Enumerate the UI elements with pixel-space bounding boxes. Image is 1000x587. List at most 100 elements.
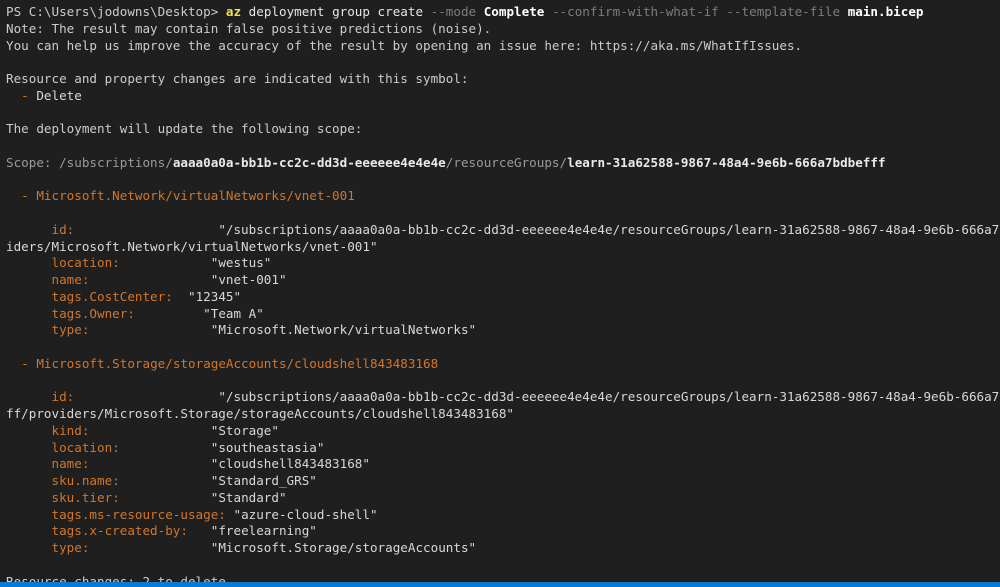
property-value: "Storage" [210,422,279,438]
flag-confirm-with-what-if: --confirm-with-what-if [551,4,719,19]
property-value: "Team A" [203,305,264,321]
property-pad [74,222,218,237]
property-value: "/subscriptions/aaaa0a0a-bb1b-cc2c-dd3d-… [218,389,1000,405]
delete-symbol-icon: - [6,355,37,371]
symbol-header-line: Resource and property changes are indica… [6,71,469,86]
value-template-file: main.bicep [847,4,924,19]
property-label: tags.x-created-by: [6,523,188,539]
property-value: "/subscriptions/aaaa0a0a-bb1b-cc2c-dd3d-… [218,221,1000,237]
property-row-tags-costcenter: tags.CostCenter: "12345" [0,289,1000,306]
property-label: tags.ms-resource-usage: [6,506,226,522]
property-pad [89,456,210,471]
property-value: "freelearning" [210,523,317,539]
property-label: name: [6,272,90,287]
property-row-tags-x-created-by: tags.x-created-by: "freelearning" [0,523,1000,540]
property-value: "cloudshell843483168" [210,456,370,472]
property-pad [135,306,203,321]
property-label: type: [6,540,90,555]
property-pad [120,255,211,270]
property-label: kind: [6,422,90,438]
property-label: id: [6,389,75,405]
property-value: "Standard" [210,489,287,505]
legend-delete-label: Delete [28,87,82,103]
property-label: id: [6,221,75,237]
property-label: name: [6,456,90,472]
property-row-kind: kind: "Storage" [0,423,1000,440]
property-row-type: type: "Microsoft.Network/virtualNetworks… [0,322,1000,339]
property-pad [74,389,218,404]
property-row-location: location: "westus" [0,255,1000,272]
property-label: location: [6,255,120,271]
property-pad [188,523,211,538]
property-value: "12345" [187,288,242,304]
flag-template-file: --template-file [718,4,848,19]
property-pad [89,423,210,438]
property-row-name: name: "cloudshell843483168" [0,456,1000,473]
property-label: sku.name: [6,473,120,488]
status-bar [0,582,1000,587]
property-pad [89,540,210,555]
property-row-tags-ms-resource-usage: tags.ms-resource-usage: "azure-cloud-she… [0,507,1000,524]
property-pad [173,289,188,304]
scope-line: Scope: /subscriptions/aaaa0a0a-bb1b-cc2c… [0,155,1000,172]
scope-resource-group: learn-31a62588-9867-48a4-9e6b-666a7bdbef… [567,154,886,170]
scope-header-line: The deployment will update the following… [6,121,363,137]
property-label: sku.tier: [6,489,120,505]
command-az: az [225,4,242,19]
property-pad [89,322,210,337]
delete-symbol-icon: - [6,188,37,204]
property-row-location: location: "southeastasia" [0,440,1000,457]
property-pad [120,440,211,455]
property-row-id: id: "/subscriptions/aaaa0a0a-bb1b-cc2c-d… [0,222,1000,239]
property-label: tags.CostCenter: [6,288,173,304]
property-row-id: id: "/subscriptions/aaaa0a0a-bb1b-cc2c-d… [0,389,1000,406]
property-row-name: name: "vnet-001" [0,272,1000,289]
property-row-sku-tier: sku.tier: "Standard" [0,490,1000,507]
property-row-type: type: "Microsoft.Storage/storageAccounts… [0,540,1000,557]
scope-middle: /resourceGroups/ [445,154,568,170]
legend-delete-line: - Delete [0,88,1000,105]
command-subcommand: deployment group create [241,4,431,19]
property-value: "southeastasia" [210,439,325,455]
property-value: "vnet-001" [210,272,287,287]
property-label: type: [6,322,90,338]
delete-symbol-icon: - [6,87,29,103]
scope-prefix: Scope: /subscriptions/ [6,154,173,170]
property-value: "westus" [210,255,272,271]
property-pad [89,272,210,287]
property-pad [120,490,211,505]
note-line-1: Note: The result may contain false posit… [6,20,492,36]
resource-path: Microsoft.Network/virtualNetworks/vnet-0… [36,188,355,204]
scope-subscription-id: aaaa0a0a-bb1b-cc2c-dd3d-eeeeee4e4e4e [172,154,446,170]
flag-mode: --mode [430,4,477,19]
resource-header-vnet: - Microsoft.Network/virtualNetworks/vnet… [0,188,1000,205]
property-pad [120,473,211,488]
property-row-sku-name: sku.name: "Standard_GRS" [0,473,1000,490]
property-label: tags.Owner: [6,305,135,321]
note-line-2: You can help us improve the accuracy of … [6,37,803,53]
property-value: "azure-cloud-shell" [233,506,378,522]
property-value: "Microsoft.Network/virtualNetworks" [210,322,477,338]
property-row-tags-owner: tags.Owner: "Team A" [0,306,1000,323]
resource-header-storage: - Microsoft.Storage/storageAccounts/clou… [0,356,1000,373]
value-mode: Complete [476,4,552,19]
property-value-wrap: iders/Microsoft.Network/virtualNetworks/… [6,238,378,254]
property-value: "Standard_GRS" [210,473,317,488]
resource-changes-summary: Resource changes: 2 to delete. [6,573,234,583]
resource-path: Microsoft.Storage/storageAccounts/clouds… [36,355,439,371]
property-label: location: [6,439,120,455]
terminal-output-area[interactable]: PS C:\Users\jodowns\Desktop> az deployme… [0,0,1000,582]
property-value-wrap: ff/providers/Microsoft.Storage/storageAc… [6,406,514,421]
prompt-path: PS C:\Users\jodowns\Desktop> [6,4,219,19]
property-value: "Microsoft.Storage/storageAccounts" [210,540,477,555]
command-prompt-line: PS C:\Users\jodowns\Desktop> az deployme… [0,4,1000,21]
